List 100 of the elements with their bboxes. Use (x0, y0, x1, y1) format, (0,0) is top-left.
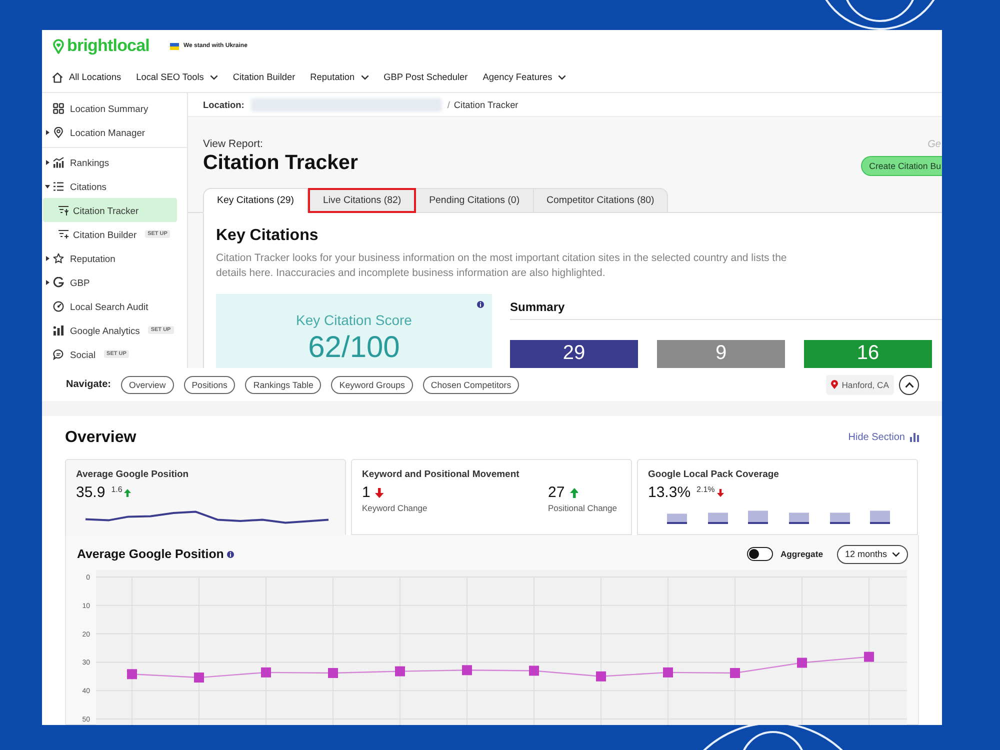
collapse-button[interactable] (899, 374, 919, 394)
info-icon (477, 301, 484, 308)
chat-bubble-icon (53, 348, 64, 360)
score-label: Key Citation Score (296, 312, 412, 328)
tab[interactable]: Key Citations (29) (203, 188, 308, 213)
stat-card[interactable]: Average Google Position 35.9 1.6 (65, 459, 346, 535)
nav-link[interactable]: Citation Builder (232, 72, 296, 82)
data-point (462, 665, 472, 676)
metric-value: 35.9 (76, 484, 106, 501)
sidebar-item[interactable]: Location Summary (43, 96, 177, 120)
section-link[interactable]: Positions (184, 376, 236, 394)
tab[interactable]: Competitor Citations (80) (534, 188, 668, 213)
chevron-down-icon (558, 74, 566, 80)
map-pin-icon (53, 126, 64, 138)
chevron-down-icon (892, 552, 900, 556)
metric-value: 1 (362, 484, 370, 501)
metric-caption: Keyword Change (362, 503, 428, 514)
sort-list-icon (58, 204, 69, 216)
metric-value: 27 (548, 484, 565, 501)
report-label: View Report: (203, 138, 264, 151)
metric-value: 13.3% (648, 484, 691, 501)
description-text: Citation Tracker looks for your business information on the most important citation sites in the selected country and lists the details here. Inaccuracies and incomplete business information are also highlighted. (216, 251, 788, 281)
chevron-down-icon (210, 74, 218, 80)
nav-menu[interactable]: Reputation (310, 72, 369, 82)
data-point (797, 658, 807, 668)
coverage-bar (708, 512, 728, 524)
section-link[interactable]: Keyword Groups (331, 376, 413, 394)
card-title: Keyword and Positional Movement (362, 469, 520, 481)
bar-chart-icon (53, 324, 64, 336)
summary-tile: 16 (804, 340, 932, 368)
summary-tile: 9 (657, 340, 785, 368)
chevron-down-icon (360, 74, 369, 80)
gauge-icon (53, 300, 64, 312)
breadcrumb-current: Citation Tracker (454, 100, 518, 110)
change-value: 2.1% (696, 485, 715, 494)
map-pin-icon (830, 380, 838, 389)
sidebar-item[interactable]: Citation Tracker (43, 198, 177, 222)
data-point (261, 667, 271, 678)
location-chip[interactable]: Hanford, CA (826, 374, 894, 394)
metric-caption: Positional Change (548, 503, 617, 514)
stat-card[interactable]: Google Local Pack Coverage 13.3% 2.1% (637, 459, 918, 535)
sidebar-item[interactable]: Citations (43, 174, 177, 198)
change-value: 1.6 (111, 485, 122, 494)
data-point (194, 672, 204, 683)
info-icon (226, 550, 234, 558)
bar-chart-icon (910, 433, 919, 442)
location-label: Location: (203, 100, 244, 110)
g-icon (53, 276, 64, 288)
bar-chart-icon (53, 156, 64, 168)
coverage-bar (748, 510, 768, 524)
data-point (596, 671, 606, 682)
data-point (663, 667, 673, 678)
tab[interactable]: Live Citations (82) (308, 188, 416, 213)
sidebar-item[interactable]: Rankings (43, 150, 177, 174)
section-link[interactable]: Chosen Competitors (422, 376, 520, 394)
breadcrumb-separator: / (447, 100, 450, 110)
list-icon (53, 180, 64, 192)
section-title: Overview (65, 428, 136, 446)
sidebar-item[interactable]: Local Search Audit (43, 294, 177, 318)
sidebar-item[interactable]: Location Manager (43, 120, 177, 144)
grid-icon (53, 102, 64, 114)
chart-title: Average Google Position (77, 547, 224, 561)
section-link[interactable]: Rankings Table (245, 376, 322, 394)
coverage-bar (830, 512, 850, 524)
data-point (328, 668, 338, 678)
section-heading: Key Citations (216, 226, 318, 246)
create-button[interactable]: Create Citation Bu (861, 156, 942, 176)
tab[interactable]: Pending Citations (0) (416, 188, 534, 213)
nav-link[interactable]: All Locations (52, 72, 122, 82)
coverage-bar (667, 514, 687, 524)
star-icon (53, 252, 64, 264)
corner-text: Ge (928, 138, 941, 151)
list-plus-icon (58, 228, 69, 240)
hide-section-link[interactable]: Hide Section (848, 432, 919, 443)
coverage-bar (789, 512, 809, 524)
summary-heading: Summary (510, 300, 566, 314)
data-point (529, 666, 539, 676)
summary-tile: 29 (510, 340, 638, 368)
range-dropdown[interactable]: 12 months (836, 544, 908, 564)
toggle-switch[interactable] (747, 547, 774, 561)
data-point (730, 668, 740, 678)
navigate-label: Navigate: (66, 379, 112, 390)
nav-link[interactable]: GBP Post Scheduler (384, 72, 468, 82)
toggle-label: Aggregate (780, 549, 823, 559)
card-title: Average Google Position (76, 469, 190, 481)
section-link[interactable]: Overview (121, 376, 174, 394)
flag-icon (170, 42, 178, 50)
stat-card[interactable]: Keyword and Positional Movement 1 Keyword Change 27 Positional Change (351, 459, 632, 535)
sidebar-item[interactable]: GBP (43, 270, 177, 294)
sidebar-item[interactable]: Reputation (43, 246, 177, 270)
chevron-up-icon (904, 382, 914, 388)
coverage-bar (870, 510, 890, 524)
logo-wordmark: brightlocal (67, 36, 150, 56)
data-point (395, 666, 405, 676)
card-title: Google Local Pack Coverage (648, 469, 780, 481)
nav-menu[interactable]: Agency Features (482, 72, 566, 82)
data-point (127, 669, 137, 680)
home-icon (52, 72, 63, 82)
data-point (864, 652, 874, 662)
nav-menu[interactable]: Local SEO Tools (136, 72, 218, 82)
